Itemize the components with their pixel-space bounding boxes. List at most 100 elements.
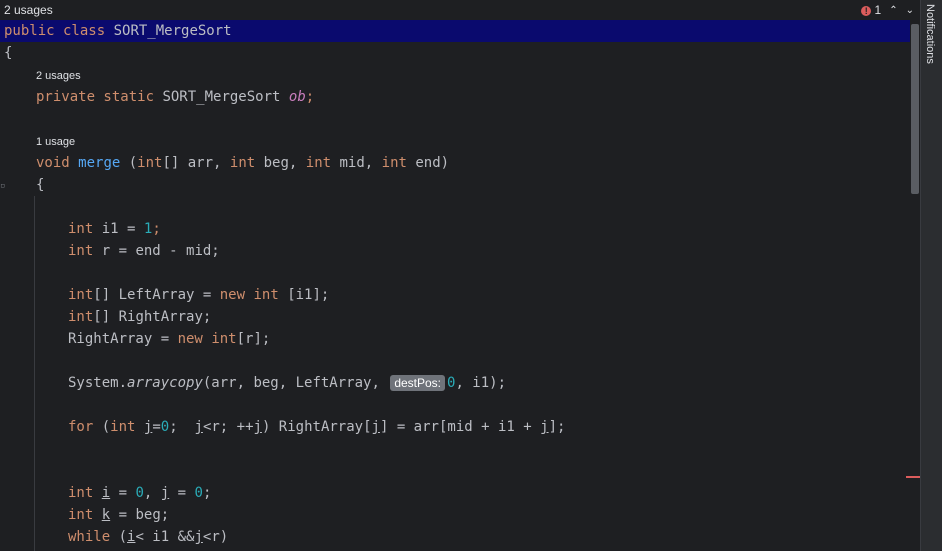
code-line-3[interactable]: int[] LeftArray = new int [i1];: [68, 285, 329, 305]
method-call: arraycopy: [127, 375, 203, 391]
parameter-hint: destPos:: [390, 375, 446, 391]
code-text: i1 =: [93, 221, 144, 237]
field-name: ob: [288, 89, 306, 105]
keyword: while: [68, 529, 111, 545]
variable: k: [101, 507, 111, 523]
code-text: (: [120, 155, 138, 171]
code-text: RightArray =: [68, 331, 178, 347]
code-text: ;: [202, 485, 212, 501]
keyword: void: [36, 155, 70, 171]
code-text: < i1 &&: [135, 529, 195, 545]
code-text: ];: [548, 419, 566, 435]
code-line-class-decl[interactable]: public class SORT_MergeSort: [4, 21, 232, 41]
code-text: <r; ++: [202, 419, 254, 435]
error-icon: !: [861, 6, 872, 16]
code-text: [i1];: [278, 287, 330, 303]
code-text: beg,: [255, 155, 306, 171]
type-name: SORT_MergeSort: [162, 89, 281, 105]
brace: {: [36, 177, 45, 193]
variable: j: [194, 529, 203, 545]
code-text: ] = arr[mid + i1 +: [379, 419, 541, 435]
code-line-method-open[interactable]: {: [36, 175, 44, 195]
variable: i: [101, 485, 111, 501]
code-text: (: [93, 419, 111, 435]
code-line-open-brace[interactable]: {: [4, 43, 12, 63]
code-line-field-decl[interactable]: private static SORT_MergeSort ob;: [36, 87, 314, 107]
error-indicator[interactable]: ! 1: [861, 3, 881, 17]
method-name: merge: [78, 155, 121, 171]
code-text: mid,: [331, 155, 382, 171]
variable: j: [371, 419, 380, 435]
code-text: [] LeftArray =: [93, 287, 220, 303]
code-text: ,: [143, 485, 161, 501]
right-tool-strip: Notifications: [920, 0, 942, 551]
code-line-8[interactable]: int i = 0, j = 0;: [68, 483, 211, 503]
keyword: for: [68, 419, 94, 435]
keyword: int: [68, 243, 94, 259]
code-line-7[interactable]: for (int j=0; j<r; ++j) RightArray[j] = …: [68, 417, 565, 437]
keyword: int: [68, 507, 94, 523]
semicolon: ;: [305, 89, 315, 105]
notifications-tab[interactable]: Notifications: [924, 4, 936, 64]
field-usages-hint[interactable]: 2 usages: [36, 69, 81, 83]
keyword: int: [110, 419, 136, 435]
code-text: =: [152, 419, 161, 435]
code-line-10[interactable]: while (i< i1 &&j<r): [68, 527, 228, 547]
code-line-6[interactable]: System.arraycopy(arr, beg, LeftArray, de…: [68, 373, 506, 393]
code-line-1[interactable]: int i1 = 1;: [68, 219, 161, 239]
code-text: [r];: [236, 331, 271, 347]
chevron-down-icon[interactable]: ⌄: [906, 5, 914, 16]
keyword: int: [229, 155, 256, 171]
semicolon: ;: [152, 221, 161, 237]
number-literal: 0: [194, 485, 203, 501]
error-count: 1: [874, 3, 882, 17]
code-text: r = end - mid;: [93, 243, 220, 259]
number-literal: 0: [135, 485, 144, 501]
keyword: int: [305, 155, 332, 171]
keyword: private static: [36, 89, 155, 105]
code-text: , i1);: [455, 375, 507, 391]
fold-icon[interactable]: ▫: [0, 181, 5, 191]
variable: j: [160, 485, 170, 501]
variable: j: [540, 419, 549, 435]
code-line-4[interactable]: int[] RightArray;: [68, 307, 211, 327]
keyword: int: [68, 221, 94, 237]
code-text: end): [406, 155, 450, 171]
code-line-method-decl[interactable]: void merge (int[] arr, int beg, int mid,…: [36, 153, 449, 173]
error-stripe-marker[interactable]: [906, 476, 920, 478]
variable: j: [194, 419, 203, 435]
keyword: int: [68, 309, 94, 325]
code-text: ;: [169, 419, 195, 435]
code-line-9[interactable]: int k = beg;: [68, 505, 169, 525]
code-text: (arr, beg, LeftArray,: [202, 375, 389, 391]
code-line-5[interactable]: RightArray = new int[r];: [68, 329, 270, 349]
chevron-up-icon[interactable]: ⌃: [889, 5, 897, 16]
editor-top-bar: 2 usages ! 1 ⌃ ⌄: [0, 0, 920, 20]
keyword: int: [68, 485, 94, 501]
code-text: <r): [202, 529, 229, 545]
keyword: public class: [4, 23, 106, 39]
code-text: =: [169, 485, 195, 501]
code-text: [] arr,: [162, 155, 230, 171]
class-name: SORT_MergeSort: [113, 23, 232, 39]
code-text: System.: [68, 375, 128, 391]
code-text: ) RightArray[: [261, 419, 372, 435]
method-usages-hint[interactable]: 1 usage: [36, 135, 75, 149]
keyword: int: [68, 287, 94, 303]
indent-guide: [34, 196, 35, 551]
keyword: int: [253, 287, 279, 303]
scrollbar-thumb[interactable]: [911, 24, 919, 194]
code-text: = beg;: [110, 507, 170, 523]
variable: j: [253, 419, 262, 435]
class-usages-hint[interactable]: 2 usages: [4, 3, 53, 17]
keyword: int: [211, 331, 237, 347]
code-text: [] RightArray;: [93, 309, 212, 325]
inspection-status: ! 1 ⌃ ⌄: [861, 2, 914, 18]
keyword: int: [381, 155, 407, 171]
code-text: (: [110, 529, 128, 545]
code-editor[interactable]: 2 usages ! 1 ⌃ ⌄ public class SORT_Merge…: [0, 0, 920, 551]
brace: {: [4, 45, 13, 61]
keyword: new: [219, 287, 246, 303]
code-line-2[interactable]: int r = end - mid;: [68, 241, 220, 261]
